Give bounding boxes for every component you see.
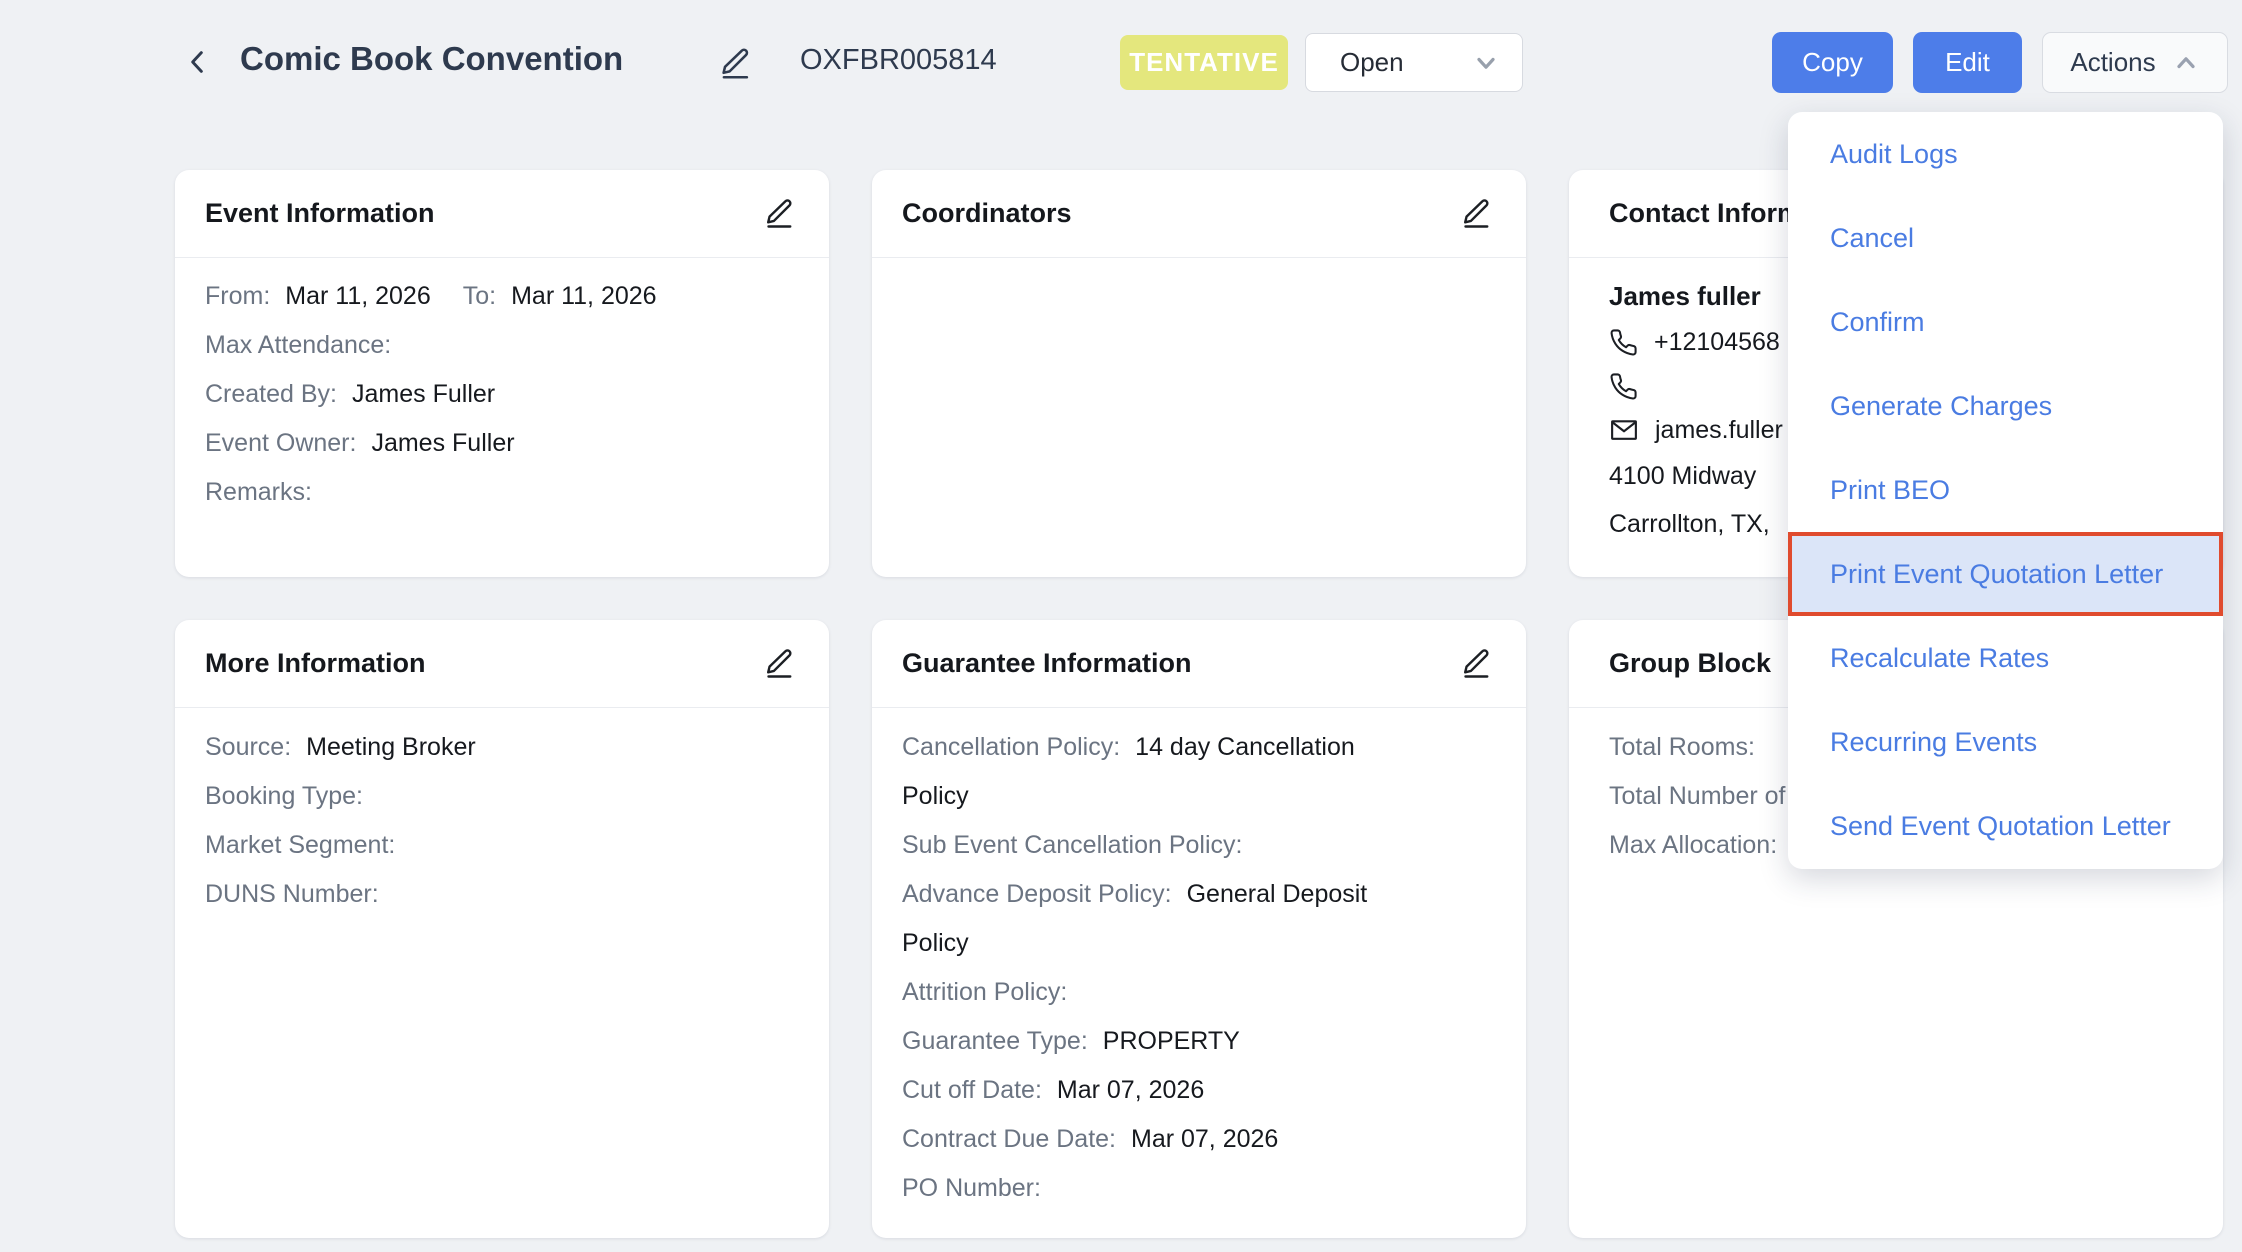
field-label: Remarks: [205,478,312,506]
field-value: James Fuller [371,429,514,457]
card-title: More Information [205,648,426,679]
field-value: Meeting Broker [306,733,476,761]
pencil-icon[interactable] [1458,195,1496,233]
field-row: Advance Deposit Policy:General Deposit P… [902,870,1422,968]
chevron-left-icon [182,46,214,78]
field-row: Attrition Policy: [902,968,1422,1017]
menu-item-label: Recalculate Rates [1830,643,2049,674]
phone-icon [1609,328,1638,357]
menu-item-label: Audit Logs [1830,139,1958,170]
field-label: Total Rooms: [1609,733,1755,761]
field-label: Attrition Policy: [902,978,1067,1006]
menu-item-label: Recurring Events [1830,727,2037,758]
actions-button[interactable]: Actions [2042,32,2228,93]
actions-button-label: Actions [2070,47,2155,78]
field-label: DUNS Number: [205,880,379,908]
pencil-icon[interactable] [761,195,799,233]
field-value: Mar 11, 2026 [285,282,430,310]
field-row: Market Segment: [205,821,799,870]
coordinators-card: Coordinators [872,170,1526,577]
field-label: Total Number of [1609,782,1785,810]
field-row: Max Attendance: [205,321,799,370]
menu-item-recalculate-rates[interactable]: Recalculate Rates [1788,616,2223,700]
back-button[interactable] [180,44,216,80]
page: { "colors": { "accent_blue": "#4D7DE9", … [0,0,2242,1252]
field-row: Created By: James Fuller [205,370,799,419]
field-label: Source: [205,733,291,761]
field-label: Created By: [205,380,337,408]
field-label: PO Number: [902,1174,1041,1202]
field-value: Mar 07, 2026 [1131,1125,1278,1153]
field-value: PROPERTY [1103,1027,1240,1055]
menu-item-label: Print BEO [1830,475,1950,506]
field-label: Max Allocation: [1609,831,1777,859]
menu-item-label: Print Event Quotation Letter [1830,559,2163,590]
status-dropdown[interactable]: Open [1305,33,1523,92]
field-label: Cut off Date: [902,1076,1042,1104]
chevron-down-icon [1472,49,1500,77]
field-label: Cancellation Policy: [902,733,1120,761]
card-title: Group Block [1609,648,1771,679]
event-id: OXFBR005814 [800,44,997,77]
status-dropdown-value: Open [1340,47,1404,78]
field-label: Max Attendance: [205,331,391,359]
field-label: Advance Deposit Policy: [902,880,1172,908]
menu-item-label: Send Event Quotation Letter [1830,811,2171,842]
menu-item-print-beo[interactable]: Print BEO [1788,448,2223,532]
field-label: Market Segment: [205,831,395,859]
card-title: Coordinators [902,198,1072,229]
status-badge: TENTATIVE [1120,35,1288,90]
menu-item-cancel[interactable]: Cancel [1788,196,2223,280]
menu-item-generate-charges[interactable]: Generate Charges [1788,364,2223,448]
field-row: Contract Due Date: Mar 07, 2026 [902,1115,1422,1164]
guarantee-information-card: Guarantee Information Cancellation Polic… [872,620,1526,1238]
pencil-icon[interactable] [1458,645,1496,683]
field-row: Event Owner: James Fuller [205,419,799,468]
chevron-up-icon [2172,49,2200,77]
page-title: Comic Book Convention [240,40,623,78]
field-row: Remarks: [205,468,799,517]
pencil-icon[interactable] [761,645,799,683]
field-label: Contract Due Date: [902,1125,1116,1153]
menu-item-label: Cancel [1830,223,1914,254]
field-row: Guarantee Type: PROPERTY [902,1017,1422,1066]
pencil-icon [716,44,756,82]
copy-button[interactable]: Copy [1772,32,1893,93]
field-label: Guarantee Type: [902,1027,1088,1055]
card-title: Guarantee Information [902,648,1192,679]
field-label: Event Owner: [205,429,356,457]
edit-button[interactable]: Edit [1913,32,2022,93]
contact-phone: +12104568 [1654,328,1780,357]
field-value: Mar 11, 2026 [511,282,656,310]
field-row: Sub Event Cancellation Policy: [902,821,1422,870]
menu-item-label: Confirm [1830,307,1925,338]
field-label: Sub Event Cancellation Policy: [902,831,1242,859]
menu-item-recurring-events[interactable]: Recurring Events [1788,700,2223,784]
menu-item-audit-logs[interactable]: Audit Logs [1788,112,2223,196]
field-label: Booking Type: [205,782,363,810]
title-edit-button[interactable] [716,44,756,84]
field-row: DUNS Number: [205,870,799,919]
field-value: James Fuller [352,380,495,408]
field-row: PO Number: [902,1164,1422,1213]
field-row: Booking Type: [205,772,799,821]
actions-menu: Audit Logs Cancel Confirm Generate Charg… [1788,112,2223,869]
field-label: To: [463,282,496,310]
field-label: From: [205,282,270,310]
field-row: Cut off Date: Mar 07, 2026 [902,1066,1422,1115]
phone-icon [1609,372,1638,401]
menu-item-send-event-quotation-letter[interactable]: Send Event Quotation Letter [1788,784,2223,868]
mail-icon [1609,415,1639,445]
field-row: From: Mar 11, 2026 To: Mar 11, 2026 [205,272,799,321]
card-title: Event Information [205,198,435,229]
field-row: Source: Meeting Broker [205,723,799,772]
menu-item-confirm[interactable]: Confirm [1788,280,2223,364]
more-information-card: More Information Source: Meeting Broker B… [175,620,829,1238]
contact-email: james.fuller [1655,416,1783,445]
field-value: Mar 07, 2026 [1057,1076,1204,1104]
event-information-card: Event Information From: Mar 11, 2026 To: Ma… [175,170,829,577]
field-row: Cancellation Policy:14 day Cancellation … [902,723,1422,821]
menu-item-label: Generate Charges [1830,391,2052,422]
menu-item-print-event-quotation-letter[interactable]: Print Event Quotation Letter [1788,532,2223,616]
